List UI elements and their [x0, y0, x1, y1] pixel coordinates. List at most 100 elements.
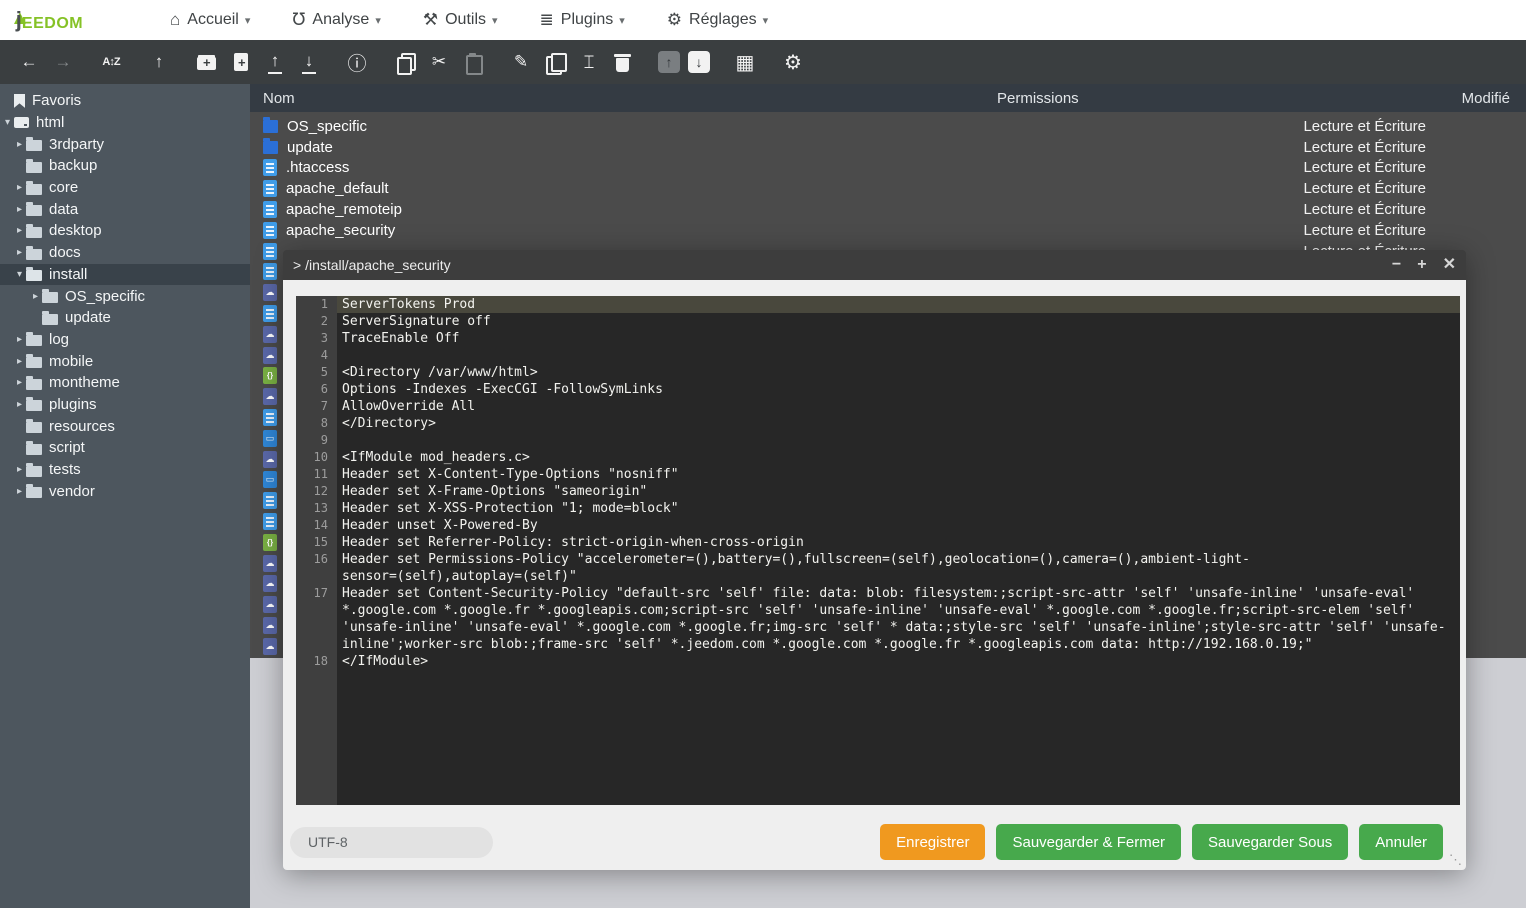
sidebar-item-script[interactable]: script [0, 437, 250, 459]
tree-caret-icon[interactable]: ▸ [29, 291, 42, 302]
sidebar-item-plugins[interactable]: ▸plugins [0, 394, 250, 416]
sidebar-item-tests[interactable]: ▸tests [0, 459, 250, 481]
copy-icon[interactable] [392, 49, 418, 75]
sidebar-item-docs[interactable]: ▸docs [0, 242, 250, 264]
code-editor[interactable]: 1ServerTokens Prod2ServerSignature off3T… [296, 296, 1460, 805]
encoding-field[interactable]: UTF-8 [290, 827, 493, 858]
table-row-OS_specific[interactable]: OS_specificLecture et Écriture [250, 116, 1526, 137]
jeedom-logo[interactable]: ▲ j EEDOM [10, 7, 170, 33]
close-icon[interactable]: ✕ [1443, 257, 1456, 273]
tree-caret-icon[interactable]: ▸ [13, 377, 26, 388]
code-line[interactable]: inline';worker-src blob:;frame-src 'self… [296, 636, 1460, 653]
table-row-apache_remoteip[interactable]: apache_remoteipLecture et Écriture [250, 199, 1526, 220]
up-icon[interactable]: ↑ [146, 49, 172, 75]
edit-icon[interactable]: ✎ [508, 49, 534, 75]
tree-caret-icon[interactable]: ▸ [13, 486, 26, 497]
column-header-permissions[interactable]: Permissions [997, 90, 1428, 107]
sidebar-item-log[interactable]: ▸log [0, 329, 250, 351]
tree-caret-icon[interactable]: ▸ [13, 204, 26, 215]
download-icon[interactable]: ↓ [296, 49, 322, 75]
nav-item-réglages[interactable]: ⚙Réglages▾ [667, 10, 768, 30]
settings-icon[interactable]: ⚙ [780, 49, 806, 75]
sidebar-item-html[interactable]: ▾html [0, 112, 250, 134]
code-line[interactable]: 7AllowOverride All [296, 398, 1460, 415]
grid-icon[interactable]: ▦ [732, 49, 758, 75]
resize-handle[interactable]: ⋱ [1449, 852, 1462, 868]
sidebar-item-3rdparty[interactable]: ▸3rdparty [0, 133, 250, 155]
tree-caret-icon[interactable]: ▾ [1, 117, 14, 128]
code-line[interactable]: *.google.com *.google.fr *.googleapis.co… [296, 602, 1460, 619]
code-line[interactable]: 2ServerSignature off [296, 313, 1460, 330]
cut-icon[interactable]: ✂ [426, 49, 452, 75]
sidebar-item-vendor[interactable]: ▸vendor [0, 480, 250, 502]
sidebar-item-desktop[interactable]: ▸desktop [0, 220, 250, 242]
tree-caret-icon[interactable]: ▸ [13, 225, 26, 236]
tree-caret-icon[interactable]: ▸ [13, 399, 26, 410]
archive-in-icon[interactable] [658, 51, 680, 73]
rename-icon[interactable]: ⌶ [576, 49, 602, 75]
code-line[interactable]: 'unsafe-inline' 'unsafe-eval' *.google.c… [296, 619, 1460, 636]
tree-caret-icon[interactable]: ▸ [13, 464, 26, 475]
sidebar-item-montheme[interactable]: ▸montheme [0, 372, 250, 394]
table-row-apache_security[interactable]: apache_securityLecture et Écriture [250, 220, 1526, 241]
table-row-.htaccess[interactable]: .htaccessLecture et Écriture [250, 158, 1526, 179]
sidebar-item-install[interactable]: ▾install [0, 264, 250, 286]
code-line[interactable]: 12Header set X-Frame-Options "sameorigin… [296, 483, 1460, 500]
sidebar-item-favoris[interactable]: Favoris [0, 90, 250, 112]
enregistrer-button[interactable]: Enregistrer [880, 824, 985, 860]
annuler-button[interactable]: Annuler [1359, 824, 1443, 860]
code-line[interactable]: 16Header set Permissions-Policy "acceler… [296, 551, 1460, 568]
back-icon[interactable]: ← [16, 49, 42, 75]
upload-icon[interactable]: ↑ [262, 49, 288, 75]
code-line[interactable]: 5<Directory /var/www/html> [296, 364, 1460, 381]
duplicate-icon[interactable] [542, 49, 568, 75]
tree-caret-icon[interactable]: ▸ [13, 182, 26, 193]
code-line[interactable]: 17Header set Content-Security-Policy "de… [296, 585, 1460, 602]
tree-caret-icon[interactable]: ▸ [13, 247, 26, 258]
code-line[interactable]: sensor=(self),autoplay=(self)" [296, 568, 1460, 585]
column-header-nom[interactable]: Nom [250, 90, 997, 107]
table-row-update[interactable]: updateLecture et Écriture [250, 137, 1526, 158]
sidebar-item-os_specific[interactable]: ▸OS_specific [0, 285, 250, 307]
table-row-apache_default[interactable]: apache_defaultLecture et Écriture [250, 178, 1526, 199]
sidebar-item-backup[interactable]: backup [0, 155, 250, 177]
code-line[interactable]: 13Header set X-XSS-Protection "1; mode=b… [296, 500, 1460, 517]
code-line[interactable]: 8</Directory> [296, 415, 1460, 432]
code-line[interactable]: 6Options -Indexes -ExecCGI -FollowSymLin… [296, 381, 1460, 398]
nav-item-plugins[interactable]: ≣Plugins▾ [540, 10, 625, 30]
sidebar-item-core[interactable]: ▸core [0, 177, 250, 199]
code-line[interactable]: 4 [296, 347, 1460, 364]
code-line[interactable]: 10<IfModule mod_headers.c> [296, 449, 1460, 466]
sidebar-item-mobile[interactable]: ▸mobile [0, 350, 250, 372]
code-line[interactable]: 11Header set X-Content-Type-Options "nos… [296, 466, 1460, 483]
code-line[interactable]: 1ServerTokens Prod [296, 296, 1460, 313]
maximize-icon[interactable]: + [1417, 257, 1426, 273]
minimize-icon[interactable]: − [1392, 257, 1401, 273]
nav-item-analyse[interactable]: ℧Analyse▾ [292, 10, 380, 30]
sidebar-item-data[interactable]: ▸data [0, 198, 250, 220]
code-line[interactable]: 9 [296, 432, 1460, 449]
sidebar-item-update[interactable]: update [0, 307, 250, 329]
trash-icon[interactable] [610, 49, 636, 75]
code-line[interactable]: 14Header unset X-Powered-By [296, 517, 1460, 534]
code-line[interactable]: 18</IfModule> [296, 653, 1460, 670]
nav-item-accueil[interactable]: ⌂Accueil▾ [170, 10, 250, 30]
tree-caret-icon[interactable]: ▾ [13, 269, 26, 280]
sort-icon[interactable]: A↕Z [98, 49, 124, 75]
tree-caret-icon[interactable]: ▸ [13, 334, 26, 345]
nav-item-outils[interactable]: ⚒Outils▾ [423, 10, 498, 30]
new-file-icon[interactable] [228, 49, 254, 75]
sauvegarder-fermer-button[interactable]: Sauvegarder & Fermer [996, 824, 1181, 860]
sidebar-item-resources[interactable]: resources [0, 415, 250, 437]
code-line[interactable]: 3TraceEnable Off [296, 330, 1460, 347]
file-permissions-cell: Lecture et Écriture [997, 180, 1428, 197]
tree-caret-icon[interactable]: ▸ [13, 356, 26, 367]
tree-caret-icon[interactable]: ▸ [13, 139, 26, 150]
modal-title-bar[interactable]: > /install/apache_security −+✕ [283, 250, 1466, 280]
new-folder-icon[interactable] [194, 49, 220, 75]
sauvegarder-sous-button[interactable]: Sauvegarder Sous [1192, 824, 1348, 860]
archive-out-icon[interactable] [688, 51, 710, 73]
column-header-modifie[interactable]: Modifié [1428, 90, 1526, 107]
code-line[interactable]: 15Header set Referrer-Policy: strict-ori… [296, 534, 1460, 551]
info-icon[interactable]: ⓘ [344, 49, 370, 75]
